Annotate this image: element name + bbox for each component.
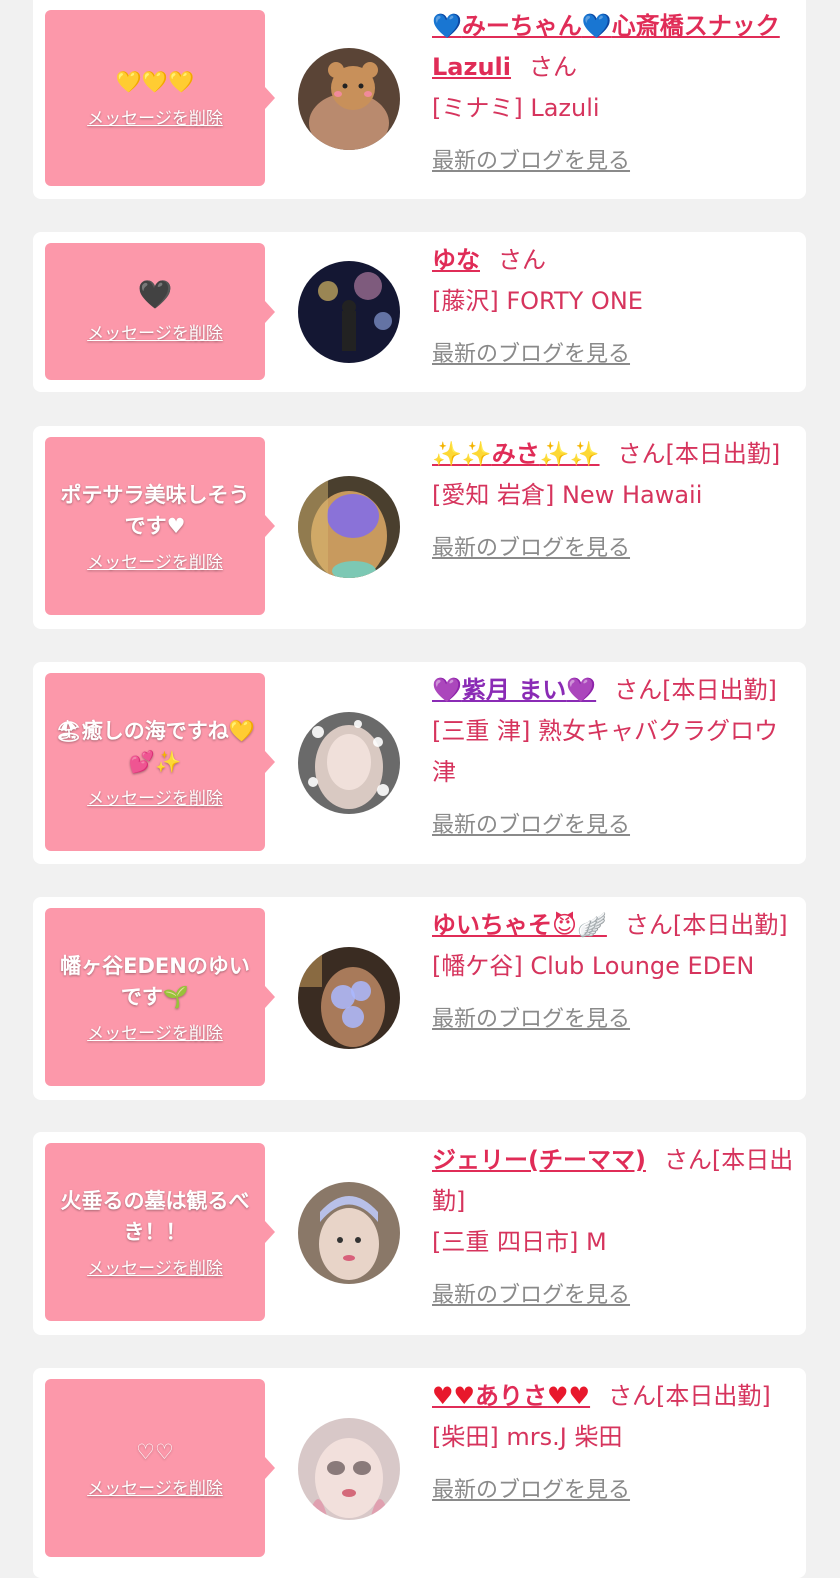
favorite-card: 幡ヶ谷EDENのゆいです🌱 メッセージを削除 ゆいちゃそ😈🪽 さん[本日出勤] [… (33, 897, 806, 1100)
message-text: 🖤 (137, 278, 173, 311)
shop-label: [幡ケ谷] Club Lounge EDEN (432, 952, 755, 980)
shop-label: [三重 四日市] M (432, 1228, 607, 1256)
honorific: さん[本日出勤] (608, 1382, 771, 1410)
message-text: ポテサラ美味しそうです♥ (60, 482, 250, 538)
message-text: ♡♡ (136, 1440, 174, 1464)
latest-blog-link[interactable]: 最新のブログを見る (432, 999, 798, 1040)
avatar[interactable] (298, 1182, 400, 1284)
honorific: さん (498, 246, 546, 274)
message-text: 🏖癒しの海ですね💛💕✨ (55, 718, 255, 774)
avatar[interactable] (298, 261, 400, 363)
favorite-card: ♡♡ メッセージを削除 ♥♥ありさ♥♥ さん[本日出勤] [柴田] mrs.J 柴… (33, 1368, 806, 1578)
favorite-card: 🏖癒しの海ですね💛💕✨ メッセージを削除 💜紫月 まい💜 さん[本日出勤] [三重… (33, 662, 806, 864)
avatar[interactable] (298, 1418, 400, 1520)
message-text: 幡ヶ谷EDENのゆいです🌱 (60, 953, 250, 1009)
delete-message-link[interactable]: メッセージを削除 (87, 784, 223, 809)
shop-label: [愛知 岩倉] New Hawaii (432, 481, 703, 509)
favorite-card: ポテサラ美味しそうです♥ メッセージを削除 ✨✨みさ✨✨ さん[本日出勤] [愛知… (33, 426, 806, 629)
latest-blog-link[interactable]: 最新のブログを見る (432, 1470, 798, 1511)
latest-blog-link[interactable]: 最新のブログを見る (432, 1275, 798, 1316)
honorific: さん[本日出勤] (614, 676, 777, 704)
shop-label: [柴田] mrs.J 柴田 (432, 1423, 623, 1451)
delete-message-link[interactable]: メッセージを削除 (87, 104, 223, 129)
shop-label: [藤沢] FORTY ONE (432, 287, 643, 315)
cast-name-link[interactable]: ジェリー(チーママ) (432, 1146, 646, 1174)
message-bubble: 幡ヶ谷EDENのゆいです🌱 メッセージを削除 (45, 908, 275, 1086)
cast-info: 💙みーちゃん💙心斎橋スナックLazuli さん [ミナミ] Lazuli 最新のブ… (432, 6, 798, 182)
latest-blog-link[interactable]: 最新のブログを見る (432, 805, 798, 846)
message-text: 火垂るの墓は観るべき！！ (60, 1188, 250, 1244)
cast-info: ジェリー(チーママ) さん[本日出勤] [三重 四日市] M 最新のブログを見る (432, 1140, 798, 1316)
delete-message-link[interactable]: メッセージを削除 (87, 319, 223, 344)
shop-label: [ミナミ] Lazuli (432, 94, 600, 122)
cast-info: ♥♥ありさ♥♥ さん[本日出勤] [柴田] mrs.J 柴田 最新のブログを見る (432, 1376, 798, 1511)
message-bubble: 火垂るの墓は観るべき！！ メッセージを削除 (45, 1143, 275, 1321)
cast-name-link[interactable]: ゆいちゃそ😈🪽 (432, 911, 607, 939)
honorific: さん[本日出勤] (624, 911, 788, 939)
message-bubble: ♡♡ メッセージを削除 (45, 1379, 275, 1557)
honorific: さん (529, 53, 577, 81)
honorific: さん[本日出勤] (617, 440, 781, 468)
avatar[interactable] (298, 48, 400, 150)
delete-message-link[interactable]: メッセージを削除 (87, 548, 223, 573)
cast-name-link[interactable]: ♥♥ありさ♥♥ (432, 1382, 590, 1410)
cast-info: ゆな さん [藤沢] FORTY ONE 最新のブログを見る (432, 240, 798, 375)
message-bubble: 🏖癒しの海ですね💛💕✨ メッセージを削除 (45, 673, 275, 851)
cast-info: ✨✨みさ✨✨ さん[本日出勤] [愛知 岩倉] New Hawaii 最新のブログ… (432, 434, 798, 569)
latest-blog-link[interactable]: 最新のブログを見る (432, 334, 798, 375)
favorite-card: 🖤 メッセージを削除 ゆな さん [藤沢] FORTY ONE 最新のブログを見る (33, 232, 806, 392)
message-text: 💛💛💛 (115, 70, 195, 94)
cast-name-link[interactable]: 💙みーちゃん💙心斎橋スナックLazuli (432, 12, 780, 81)
favorite-card: 💛💛💛 メッセージを削除 💙みーちゃん💙心斎橋スナックLazuli さん [ミナミ… (33, 0, 806, 199)
message-bubble: ポテサラ美味しそうです♥ メッセージを削除 (45, 437, 275, 615)
cast-name-link[interactable]: ✨✨みさ✨✨ (432, 440, 600, 468)
delete-message-link[interactable]: メッセージを削除 (87, 1474, 223, 1499)
avatar[interactable] (298, 712, 400, 814)
cast-name-link[interactable]: 💜紫月 まい💜 (432, 676, 596, 704)
cast-info: ゆいちゃそ😈🪽 さん[本日出勤] [幡ケ谷] Club Lounge EDEN 最… (432, 905, 798, 1040)
cast-name-link[interactable]: ゆな (432, 246, 480, 274)
latest-blog-link[interactable]: 最新のブログを見る (432, 528, 798, 569)
latest-blog-link[interactable]: 最新のブログを見る (432, 141, 798, 182)
favorite-card: 火垂るの墓は観るべき！！ メッセージを削除 ジェリー(チーママ) さん[本日出勤]… (33, 1132, 806, 1335)
cast-info: 💜紫月 まい💜 さん[本日出勤] [三重 津] 熟女キャバクラグロウ津 最新のブロ… (432, 670, 798, 846)
delete-message-link[interactable]: メッセージを削除 (87, 1019, 223, 1044)
delete-message-link[interactable]: メッセージを削除 (87, 1254, 223, 1279)
message-bubble: 🖤 メッセージを削除 (45, 243, 275, 380)
avatar[interactable] (298, 476, 400, 578)
message-bubble: 💛💛💛 メッセージを削除 (45, 10, 275, 186)
avatar[interactable] (298, 947, 400, 1049)
shop-label: [三重 津] 熟女キャバクラグロウ津 (432, 717, 778, 786)
